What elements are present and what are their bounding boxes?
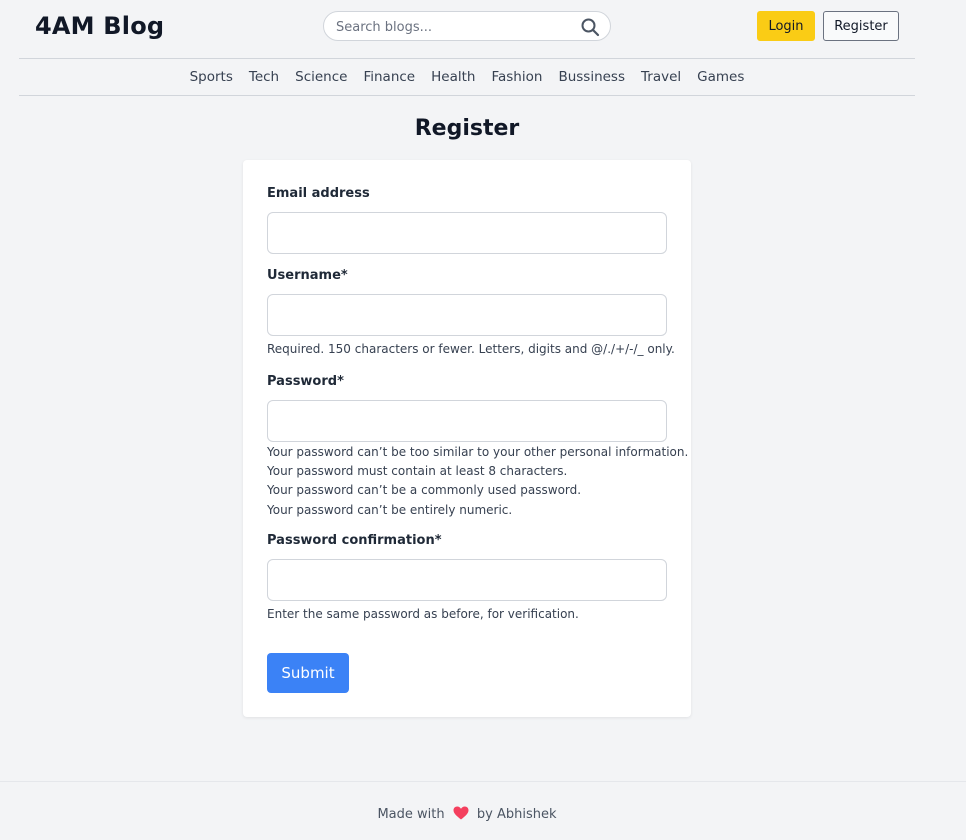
password-confirm-field[interactable] — [267, 559, 667, 601]
nav-item-travel[interactable]: Travel — [641, 69, 681, 85]
username-field[interactable] — [267, 294, 667, 336]
submit-button[interactable]: Submit — [267, 653, 349, 693]
password-help-length: Your password must contain at least 8 ch… — [267, 464, 568, 478]
login-button[interactable]: Login — [757, 11, 815, 41]
register-button[interactable]: Register — [823, 11, 899, 41]
nav-divider — [19, 95, 915, 96]
nav-item-sports[interactable]: Sports — [190, 69, 233, 85]
footer-divider — [0, 781, 966, 782]
page-title: Register — [414, 116, 520, 141]
site-footer: Made with by Abhishek — [0, 806, 934, 822]
nav-item-tech[interactable]: Tech — [249, 69, 279, 85]
search-icon[interactable] — [580, 17, 600, 37]
password-help-similar: Your password can’t be too similar to yo… — [267, 445, 689, 459]
footer-suffix: by Abhishek — [476, 807, 557, 822]
search-input[interactable] — [336, 17, 576, 37]
footer-prefix: Made with — [377, 807, 445, 822]
category-nav: Sports Tech Science Finance Health Fashi… — [19, 59, 915, 95]
heart-icon — [453, 806, 469, 820]
nav-item-games[interactable]: Games — [697, 69, 744, 85]
email-field[interactable] — [267, 212, 667, 254]
password-help-common: Your password can’t be a commonly used p… — [267, 483, 582, 497]
password-help-numeric: Your password can’t be entirely numeric. — [267, 503, 513, 517]
username-label: Username* — [267, 268, 348, 283]
password-label: Password* — [267, 374, 344, 389]
password-confirm-help: Enter the same password as before, for v… — [267, 607, 579, 621]
nav-item-fashion[interactable]: Fashion — [491, 69, 542, 85]
register-form: Email address Username* Required. 150 ch… — [243, 160, 691, 717]
site-brand[interactable]: 4AM Blog — [35, 12, 164, 40]
search-box[interactable] — [323, 11, 611, 41]
nav-item-finance[interactable]: Finance — [363, 69, 415, 85]
nav-item-health[interactable]: Health — [431, 69, 475, 85]
nav-item-science[interactable]: Science — [295, 69, 347, 85]
email-label: Email address — [267, 186, 370, 201]
password-confirm-label: Password confirmation* — [267, 533, 442, 548]
username-help: Required. 150 characters or fewer. Lette… — [267, 342, 675, 356]
site-header: 4AM Blog Login Register — [0, 0, 966, 58]
nav-item-business[interactable]: Bussiness — [558, 69, 625, 85]
password-field[interactable] — [267, 400, 667, 442]
